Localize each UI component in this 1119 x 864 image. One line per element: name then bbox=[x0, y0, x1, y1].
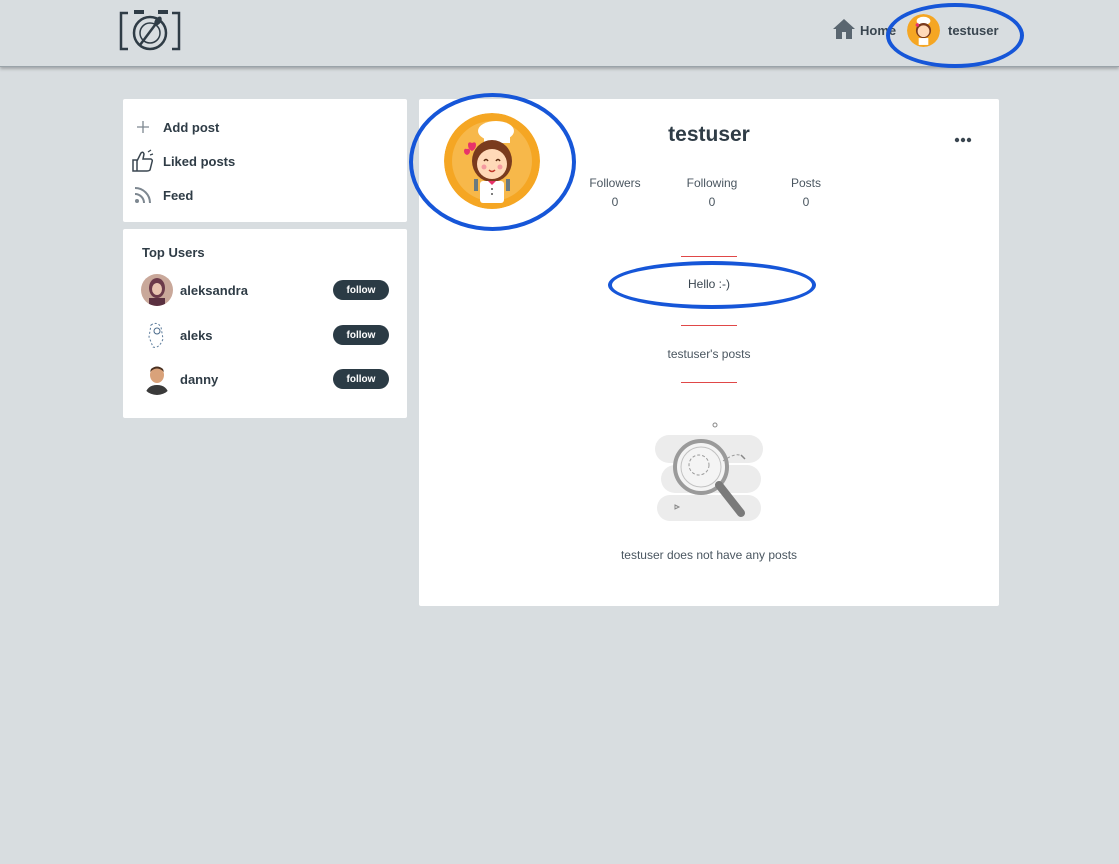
top-user-name[interactable]: danny bbox=[180, 372, 333, 387]
nav-home-label: Home bbox=[860, 23, 897, 38]
empty-posts-message: testuser does not have any posts bbox=[620, 548, 798, 562]
top-user-row: aleks follow bbox=[141, 319, 389, 351]
follow-button[interactable]: follow bbox=[333, 369, 389, 389]
stat-posts: Posts 0 bbox=[766, 176, 846, 209]
rss-icon bbox=[131, 183, 155, 207]
top-users-panel: Top Users aleksandra follow aleks follow… bbox=[123, 229, 407, 418]
more-options-icon[interactable] bbox=[954, 131, 972, 143]
app-logo[interactable] bbox=[118, 7, 182, 55]
sidebar-item-liked-posts[interactable]: Liked posts bbox=[131, 149, 235, 173]
stat-value: 0 bbox=[708, 195, 716, 209]
nav-avatar bbox=[907, 14, 940, 47]
top-user-name[interactable]: aleks bbox=[180, 328, 333, 343]
top-user-row: aleksandra follow bbox=[141, 274, 389, 306]
divider bbox=[681, 325, 737, 326]
stat-value: 0 bbox=[802, 195, 810, 209]
stat-label: Following bbox=[686, 176, 738, 190]
stat-followers[interactable]: Followers 0 bbox=[575, 176, 655, 209]
nav-username: testuser bbox=[948, 23, 999, 38]
thumbs-up-icon bbox=[131, 149, 155, 173]
sidebar-item-label: Add post bbox=[163, 119, 220, 135]
sidebar-menu: Add post Liked posts Feed bbox=[123, 99, 407, 222]
stat-label: Posts bbox=[790, 176, 821, 190]
sidebar-item-add-post[interactable]: Add post bbox=[131, 115, 219, 139]
top-user-row: danny follow bbox=[141, 363, 389, 395]
nav-user-link[interactable]: testuser bbox=[907, 14, 999, 47]
nav-home-link[interactable]: Home bbox=[832, 18, 896, 43]
home-icon bbox=[832, 18, 856, 43]
stat-following[interactable]: Following 0 bbox=[672, 176, 752, 209]
profile-username: testuser bbox=[668, 123, 750, 146]
user-avatar[interactable] bbox=[141, 319, 173, 351]
user-avatar[interactable] bbox=[141, 274, 173, 306]
divider bbox=[681, 256, 737, 257]
top-users-title: Top Users bbox=[142, 245, 205, 260]
sidebar-item-label: Feed bbox=[163, 187, 194, 203]
top-user-name[interactable]: aleksandra bbox=[180, 283, 333, 298]
navbar: Home testuser bbox=[0, 0, 1119, 67]
stat-value: 0 bbox=[611, 195, 619, 209]
profile-bio: Hello :-) bbox=[687, 277, 730, 291]
stat-label: Followers bbox=[589, 176, 641, 190]
follow-button[interactable]: follow bbox=[333, 280, 389, 300]
follow-button[interactable]: follow bbox=[333, 325, 389, 345]
profile-card: testuser Followers 0 Following 0 Posts 0… bbox=[419, 99, 999, 606]
empty-search-illustration bbox=[653, 421, 767, 525]
user-avatar[interactable] bbox=[141, 363, 173, 395]
posts-section-title: testuser's posts bbox=[667, 347, 751, 361]
sidebar-item-feed[interactable]: Feed bbox=[131, 183, 193, 207]
plus-icon bbox=[131, 115, 155, 139]
divider bbox=[681, 382, 737, 383]
sidebar-item-label: Liked posts bbox=[163, 153, 236, 169]
profile-avatar[interactable] bbox=[444, 113, 540, 209]
